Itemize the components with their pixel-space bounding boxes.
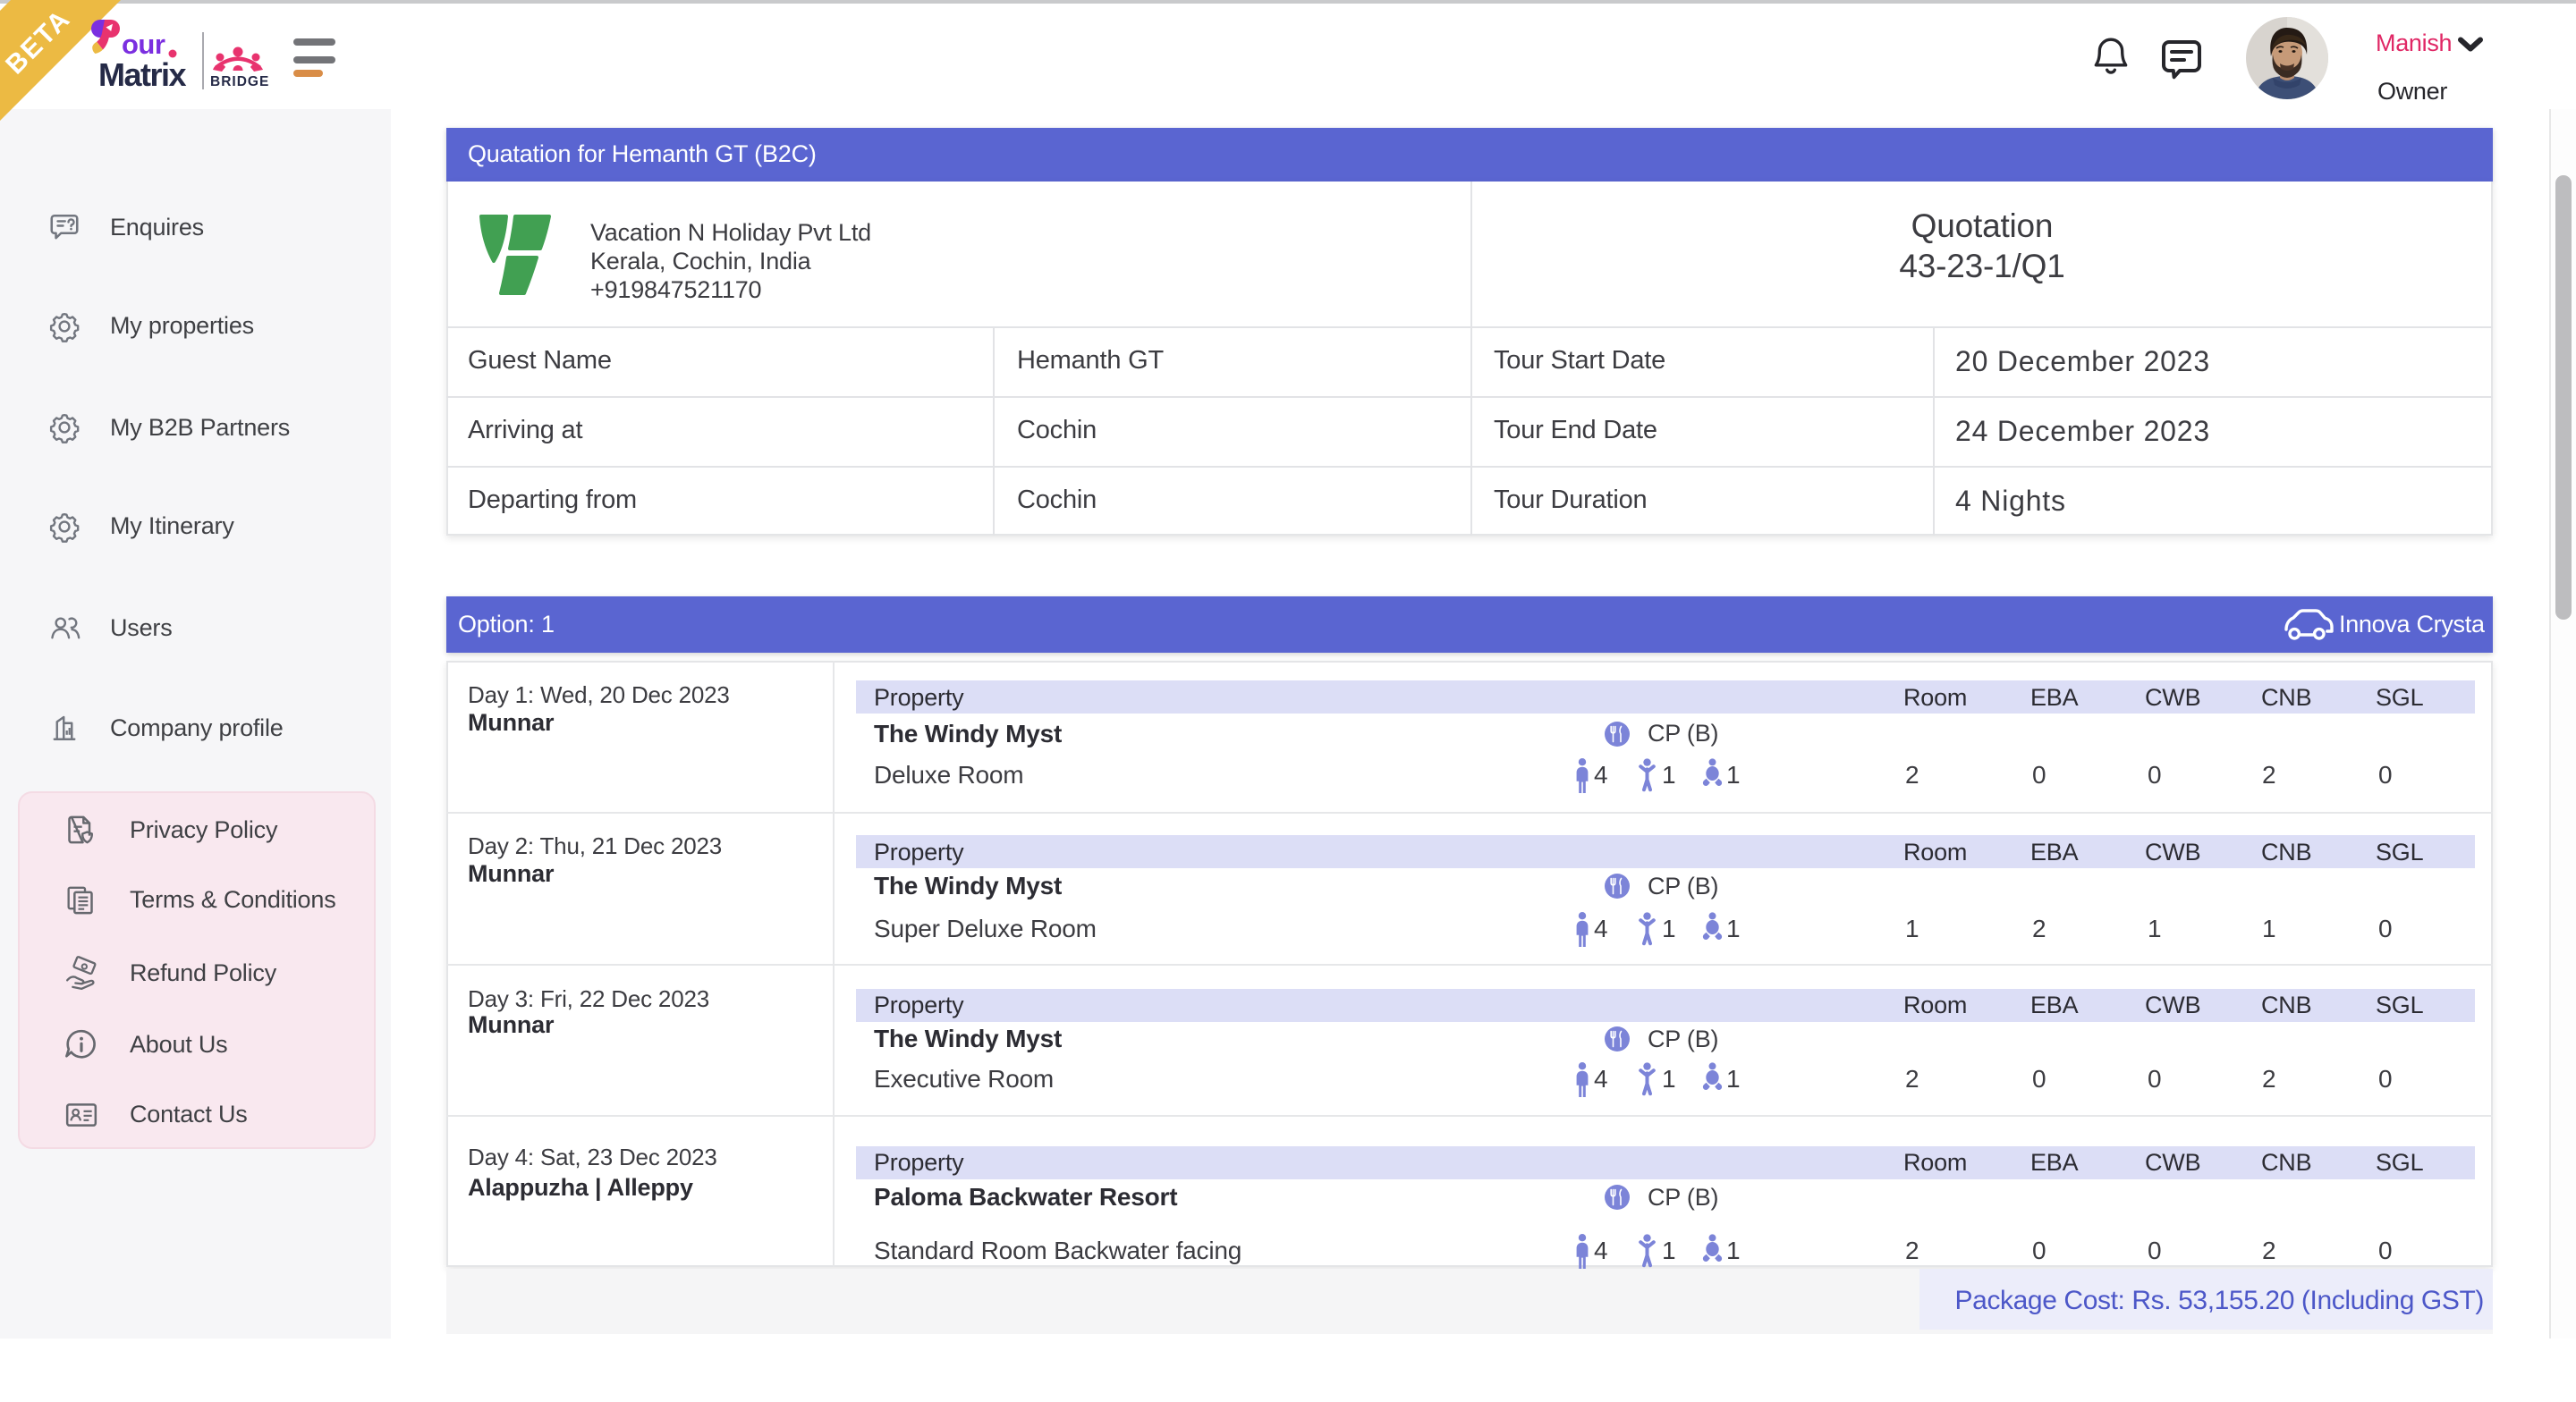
svg-text:Matrix: Matrix	[98, 56, 187, 93]
svg-text:BRIDGE: BRIDGE	[210, 74, 269, 89]
svg-text:our: our	[122, 29, 165, 60]
